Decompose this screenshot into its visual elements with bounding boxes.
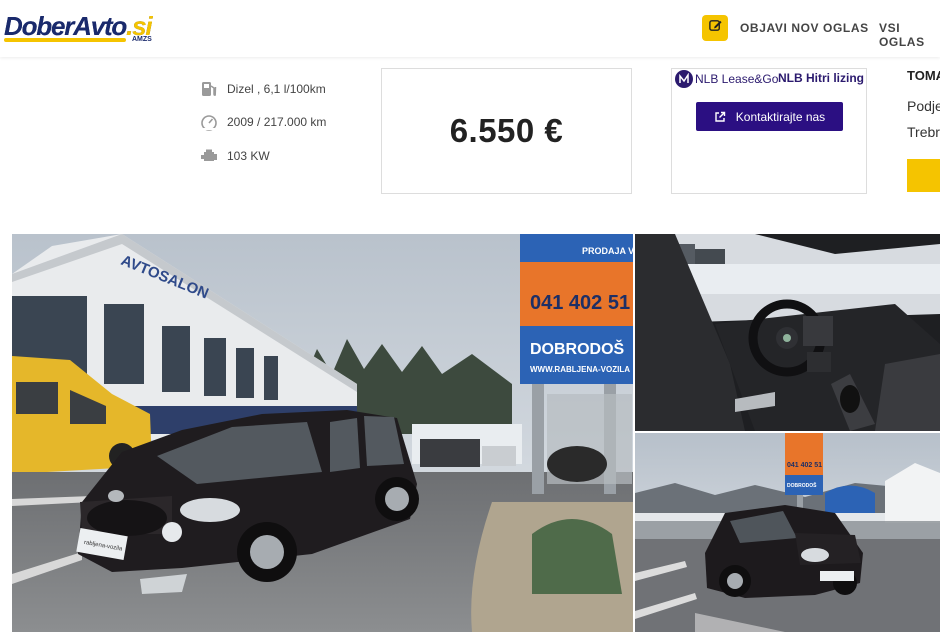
main-photo[interactable]: AVTOSALON PRODAJA VOZ 041 402 51 DOBRODO… bbox=[12, 234, 633, 632]
spec-fuel: Dizel , 6,1 l/100km bbox=[199, 79, 326, 99]
sign-welcome: DOBRODOŠ bbox=[530, 339, 625, 358]
exterior-photo[interactable]: 041 402 51 DOBRODOŠ bbox=[635, 433, 940, 632]
spec-fuel-text: Dizel , 6,1 l/100km bbox=[227, 82, 326, 96]
contact-leasing-button[interactable]: Kontaktirajte nas bbox=[696, 102, 843, 131]
price-box: 6.550 € bbox=[381, 68, 632, 194]
leasing-product: NLB Hitri lizing bbox=[778, 71, 864, 85]
publish-ad-button[interactable] bbox=[702, 15, 728, 41]
nav-all-ads[interactable]: VSI OGLAS bbox=[879, 21, 940, 49]
leasing-box: NLB Lease&Go NLB Hitri lizing Kontaktira… bbox=[671, 68, 867, 194]
external-link-icon bbox=[714, 111, 726, 123]
engine-icon bbox=[199, 146, 219, 166]
fuel-pump-icon bbox=[199, 79, 219, 99]
logo-wordmark: DoberAvto.si bbox=[4, 11, 153, 41]
price: 6.550 € bbox=[449, 112, 564, 149]
seller-address-line2: Trebr bbox=[907, 124, 940, 140]
site-logo[interactable]: DoberAvto.si AMZS bbox=[4, 12, 154, 44]
sign-phone: 041 402 51 bbox=[530, 292, 630, 314]
edit-icon bbox=[708, 18, 723, 38]
leasing-brand: NLB Lease&Go bbox=[695, 72, 779, 86]
logo-sub: AMZS bbox=[132, 36, 152, 43]
nlb-logo-icon bbox=[675, 70, 693, 88]
sign-welcome-small: DOBRODOŠ bbox=[787, 481, 817, 489]
site-header: DoberAvto.si AMZS OBJAVI NOV OGLAS VSI O… bbox=[0, 0, 940, 57]
spec-power: 103 KW bbox=[199, 146, 270, 166]
logo-underline bbox=[4, 38, 126, 42]
spec-mileage-text: 2009 / 217.000 km bbox=[227, 115, 327, 129]
spec-power-text: 103 KW bbox=[227, 149, 270, 163]
seller-action-button[interactable] bbox=[907, 159, 940, 192]
seller-name: TOMA bbox=[907, 68, 940, 83]
sign-top: PRODAJA VOZ bbox=[582, 246, 633, 256]
sign-web: WWW.RABLJENA-VOZILA bbox=[530, 365, 630, 374]
speedometer-icon bbox=[199, 112, 219, 132]
sign-phone-small: 041 402 51 bbox=[787, 462, 822, 469]
interior-photo[interactable] bbox=[635, 234, 940, 431]
nav-publish-ad[interactable]: OBJAVI NOV OGLAS bbox=[740, 21, 869, 35]
contact-leasing-label: Kontaktirajte nas bbox=[735, 109, 826, 124]
spec-mileage: 2009 / 217.000 km bbox=[199, 112, 326, 132]
seller-address-line1: Podje bbox=[907, 98, 940, 114]
